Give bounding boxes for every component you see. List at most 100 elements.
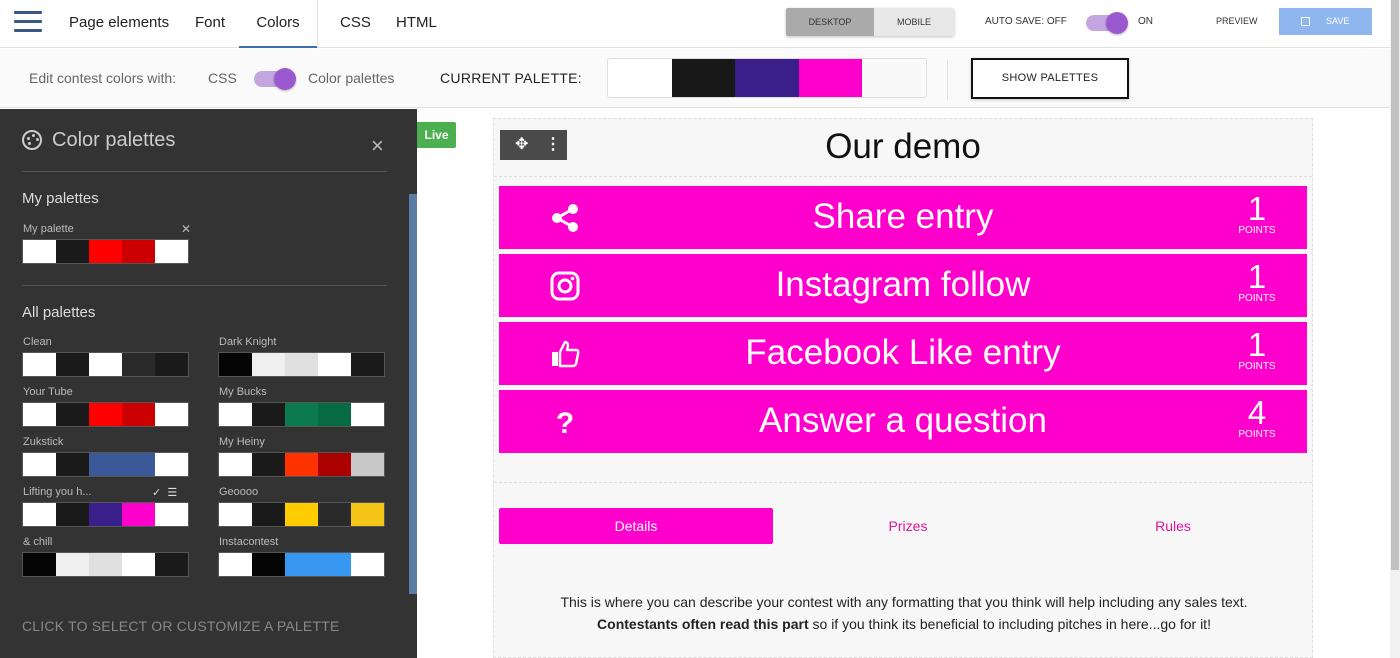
- more-options-icon[interactable]: ⋮: [545, 134, 561, 154]
- palette-swatches[interactable]: [22, 502, 189, 527]
- autosave-toggle[interactable]: [1086, 12, 1128, 34]
- color-swatch[interactable]: [23, 403, 56, 426]
- color-swatch[interactable]: [56, 403, 89, 426]
- sliders-icon[interactable]: ☰: [167, 487, 177, 499]
- color-swatch[interactable]: [285, 453, 318, 476]
- tab-prizes[interactable]: Prizes: [773, 508, 1043, 544]
- color-swatch[interactable]: [351, 553, 384, 576]
- palette-swatches[interactable]: [22, 452, 189, 477]
- element-handle[interactable]: ✥ ⋮: [500, 130, 567, 160]
- color-mode-toggle[interactable]: [254, 68, 296, 90]
- palette-swatches[interactable]: [218, 402, 385, 427]
- color-swatch[interactable]: [23, 503, 56, 526]
- page-scrollbar-thumb[interactable]: [1391, 0, 1399, 570]
- palette-swatches[interactable]: [22, 552, 189, 577]
- color-swatch[interactable]: [608, 59, 672, 97]
- hamburger-menu-icon[interactable]: [14, 11, 42, 35]
- tab-details[interactable]: Details: [499, 508, 773, 544]
- color-swatch[interactable]: [351, 353, 384, 376]
- color-swatch[interactable]: [89, 503, 122, 526]
- color-swatch[interactable]: [23, 453, 56, 476]
- color-swatch[interactable]: [89, 453, 122, 476]
- color-swatch[interactable]: [735, 59, 799, 97]
- color-swatch[interactable]: [89, 403, 122, 426]
- color-swatch[interactable]: [219, 503, 252, 526]
- color-swatch[interactable]: [155, 353, 188, 376]
- show-palettes-button[interactable]: SHOW PALETTES: [971, 58, 1129, 99]
- close-icon[interactable]: ×: [371, 135, 384, 157]
- panel-scrollbar[interactable]: [409, 194, 417, 594]
- color-swatch[interactable]: [56, 553, 89, 576]
- color-swatch[interactable]: [252, 403, 285, 426]
- color-swatch[interactable]: [219, 453, 252, 476]
- color-swatch[interactable]: [318, 353, 351, 376]
- color-swatch[interactable]: [23, 353, 56, 376]
- preview-button[interactable]: PREVIEW: [1216, 16, 1258, 26]
- color-swatch[interactable]: [252, 553, 285, 576]
- desktop-button[interactable]: DESKTOP: [786, 8, 874, 36]
- tab-page-elements[interactable]: Page elements: [69, 0, 169, 48]
- color-swatch[interactable]: [351, 453, 384, 476]
- entry-method-2[interactable]: Instagram follow 1 POINTS: [499, 254, 1307, 317]
- color-swatch[interactable]: [155, 553, 188, 576]
- color-swatch[interactable]: [285, 553, 318, 576]
- entry-method-4[interactable]: ? Answer a question 4 POINTS: [499, 390, 1307, 453]
- delete-palette-icon[interactable]: ✕: [181, 222, 191, 236]
- color-swatch[interactable]: [285, 503, 318, 526]
- page-scrollbar[interactable]: [1390, 0, 1400, 658]
- color-swatch[interactable]: [122, 240, 155, 263]
- palette-swatches[interactable]: [218, 502, 385, 527]
- check-icon[interactable]: ✓: [152, 487, 161, 499]
- color-swatch[interactable]: [671, 59, 736, 97]
- color-swatch[interactable]: [56, 453, 89, 476]
- color-swatch[interactable]: [252, 503, 285, 526]
- color-swatch[interactable]: [23, 240, 56, 263]
- color-swatch[interactable]: [351, 503, 384, 526]
- color-swatch[interactable]: [89, 353, 122, 376]
- color-swatch[interactable]: [318, 403, 351, 426]
- palette-swatches[interactable]: [22, 402, 189, 427]
- color-swatch[interactable]: [155, 403, 188, 426]
- palette-swatches[interactable]: [218, 452, 385, 477]
- color-swatch[interactable]: [219, 553, 252, 576]
- color-swatch[interactable]: [56, 353, 89, 376]
- tab-colors[interactable]: Colors: [239, 0, 317, 48]
- color-swatch[interactable]: [122, 353, 155, 376]
- color-swatch[interactable]: [122, 503, 155, 526]
- color-swatch[interactable]: [318, 503, 351, 526]
- color-swatch[interactable]: [23, 553, 56, 576]
- palette-swatches[interactable]: [218, 552, 385, 577]
- color-swatch[interactable]: [252, 453, 285, 476]
- color-swatch[interactable]: [155, 453, 188, 476]
- save-button[interactable]: SAVE: [1279, 8, 1372, 35]
- tab-html[interactable]: HTML: [396, 0, 437, 48]
- color-swatch[interactable]: [318, 453, 351, 476]
- color-swatch[interactable]: [56, 240, 89, 263]
- tab-css[interactable]: CSS: [340, 0, 371, 48]
- color-swatch[interactable]: [89, 240, 122, 263]
- color-swatch[interactable]: [219, 403, 252, 426]
- color-swatch[interactable]: [56, 503, 89, 526]
- entry-method-1[interactable]: Share entry 1 POINTS: [499, 186, 1307, 249]
- color-swatch[interactable]: [122, 453, 155, 476]
- color-swatch[interactable]: [285, 403, 318, 426]
- color-swatch[interactable]: [155, 240, 188, 263]
- my-palette-swatches[interactable]: [22, 239, 189, 264]
- color-swatch[interactable]: [318, 553, 351, 576]
- color-swatch[interactable]: [219, 353, 252, 376]
- color-swatch[interactable]: [122, 403, 155, 426]
- title-section[interactable]: Our demo ✥ ⋮: [494, 119, 1312, 177]
- current-palette-swatches[interactable]: [607, 58, 927, 98]
- move-icon[interactable]: ✥: [515, 134, 528, 154]
- color-swatch[interactable]: [285, 353, 318, 376]
- color-swatch[interactable]: [252, 353, 285, 376]
- palette-swatches[interactable]: [218, 352, 385, 377]
- entry-method-3[interactable]: Facebook Like entry 1 POINTS: [499, 322, 1307, 385]
- tab-rules[interactable]: Rules: [1043, 508, 1303, 544]
- color-swatch[interactable]: [798, 59, 863, 97]
- color-swatch[interactable]: [862, 59, 926, 97]
- color-swatch[interactable]: [122, 553, 155, 576]
- tab-font[interactable]: Font: [195, 0, 225, 48]
- mobile-button[interactable]: MOBILE: [874, 8, 954, 36]
- color-swatch[interactable]: [155, 503, 188, 526]
